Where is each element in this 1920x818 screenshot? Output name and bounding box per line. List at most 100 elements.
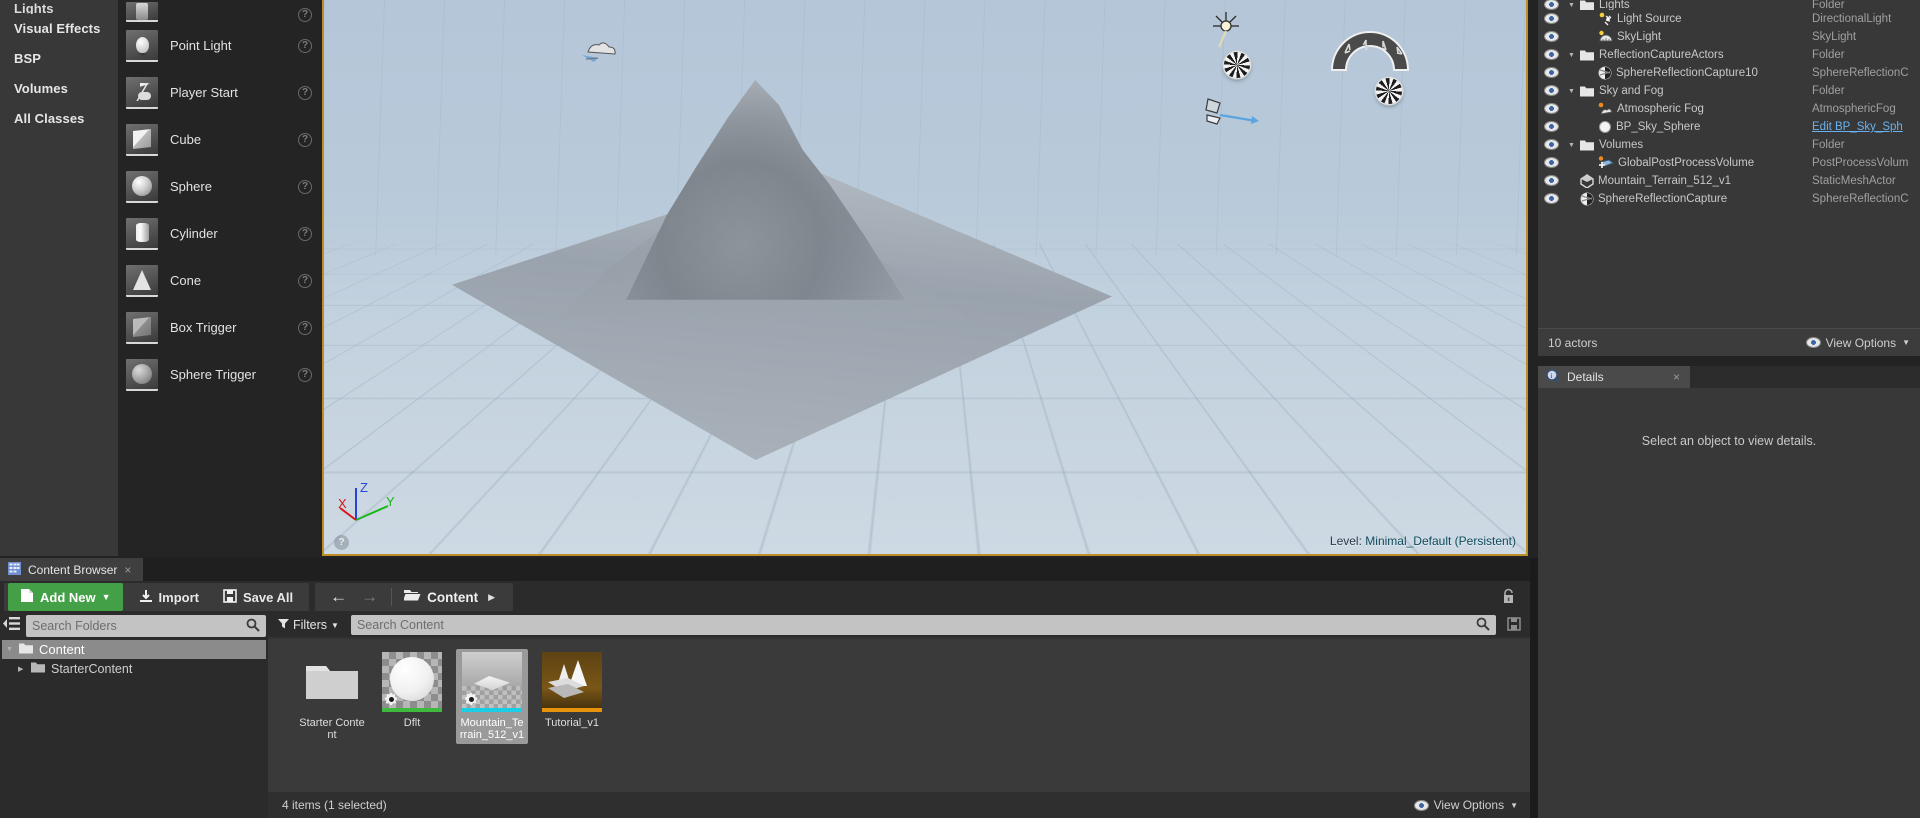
visibility-eye-icon[interactable] (1538, 85, 1564, 97)
breadcrumb-content[interactable]: Content (427, 590, 478, 605)
place-actor-item-cone[interactable]: Cone ? (118, 257, 320, 304)
outliner-row-name: Light Source (1564, 12, 1812, 26)
directional-light-source-icon[interactable] (1210, 8, 1244, 53)
chevron-down-icon[interactable]: ▼ (1568, 142, 1576, 149)
outliner-row[interactable]: SphereReflectionCapture10 SphereReflectio… (1538, 64, 1920, 82)
material-thumbnail (382, 652, 442, 712)
outliner-row-name: Mountain_Terrain_512_v1 (1564, 174, 1812, 188)
category-bsp[interactable]: BSP (0, 44, 118, 74)
outliner-row[interactable]: GlobalPostProcessVolume PostProcessVolum (1538, 154, 1920, 172)
outliner-row[interactable]: Atmospheric Fog AtmosphericFog (1538, 100, 1920, 118)
nav-back-button[interactable]: ← (323, 587, 354, 607)
category-all-classes[interactable]: All Classes (0, 104, 118, 134)
help-icon[interactable]: ? (298, 179, 312, 194)
sky-light-icon[interactable] (1329, 26, 1411, 77)
visibility-eye-icon[interactable] (1538, 175, 1564, 187)
place-actor-item-box-trigger[interactable]: Box Trigger ? (118, 304, 320, 351)
place-actor-item-player-start[interactable]: Player Start ? (118, 69, 320, 116)
asset-tile-starter-content[interactable]: Starter Content (296, 649, 368, 744)
category-volumes[interactable]: Volumes (0, 74, 118, 104)
chevron-down-icon[interactable]: ▼ (1568, 2, 1576, 9)
help-icon[interactable]: ? (298, 320, 312, 335)
filters-button[interactable]: Filters ▼ (272, 618, 345, 632)
visibility-eye-icon[interactable] (1538, 157, 1564, 169)
outliner-row[interactable]: Mountain_Terrain_512_v1 StaticMeshActor (1538, 172, 1920, 190)
visibility-eye-icon[interactable] (1538, 0, 1564, 10)
outliner-row-type[interactable]: Edit BP_Sky_Sph (1812, 121, 1920, 133)
close-icon[interactable]: × (124, 563, 131, 577)
visibility-eye-icon[interactable] (1538, 13, 1564, 25)
asset-tile-label: Starter Content (299, 717, 365, 741)
add-new-button[interactable]: Add New ▼ (8, 583, 123, 611)
visibility-eye-icon[interactable] (1538, 139, 1564, 151)
content-browser-icon (8, 561, 21, 578)
folder-tree-item-content[interactable]: ▼ Content (2, 640, 266, 659)
sphere-reflection-capture-10-icon[interactable] (1376, 78, 1402, 104)
chevron-right-icon[interactable]: ▶ (478, 592, 505, 603)
help-icon[interactable]: ? (298, 273, 312, 288)
chevron-down-icon: ▼ (1902, 338, 1910, 347)
outliner-row[interactable]: BP_Sky_Sphere Edit BP_Sky_Sph (1538, 118, 1920, 136)
outliner-row[interactable]: ▼ Volumes Folder (1538, 136, 1920, 154)
help-icon[interactable]: ? (298, 85, 312, 100)
help-icon[interactable]: ? (298, 8, 312, 22)
tab-details[interactable]: i Details × (1538, 366, 1690, 388)
atmospheric-fog-icon[interactable] (580, 38, 620, 69)
category-lights[interactable]: Lights (0, 0, 118, 14)
place-actor-item-point-light[interactable]: Point Light ? (118, 22, 320, 69)
chevron-down-icon[interactable]: ▼ (1568, 88, 1576, 95)
chevron-right-icon[interactable]: ▶ (18, 665, 26, 673)
asset-tile-dflt[interactable]: Dflt (376, 649, 448, 732)
content-view-options-button[interactable]: View Options ▼ (1414, 798, 1518, 812)
visibility-eye-icon[interactable] (1538, 103, 1564, 115)
category-visual-effects[interactable]: Visual Effects (0, 14, 118, 44)
search-icon[interactable] (246, 618, 260, 635)
lock-icon[interactable] (1501, 588, 1516, 607)
visibility-eye-icon[interactable] (1538, 49, 1564, 61)
help-icon[interactable]: ? (298, 367, 312, 382)
save-search-icon[interactable] (1502, 616, 1526, 634)
chevron-down-icon[interactable]: ▼ (1568, 52, 1576, 59)
outliner-row[interactable]: SphereReflectionCapture SphereReflectionC (1538, 190, 1920, 208)
sphere-reflection-capture-icon[interactable] (1224, 52, 1250, 78)
asset-tile-mountain-terrain[interactable]: Mountain_Terrain_512_v1 (456, 649, 528, 744)
outliner-view-options-button[interactable]: View Options ▼ (1806, 336, 1910, 350)
place-actor-item-sphere-trigger[interactable]: Sphere Trigger ? (118, 351, 320, 398)
folder-tree-item-startercontent[interactable]: ▶ StarterContent (2, 659, 266, 678)
help-icon[interactable]: ? (298, 132, 312, 147)
visibility-eye-icon[interactable] (1538, 121, 1564, 133)
search-folders-input[interactable]: Search Folders (26, 615, 266, 637)
asset-tile-tutorial[interactable]: Tutorial_v1 (536, 649, 608, 732)
details-empty-message: Select an object to view details. (1641, 434, 1817, 448)
search-content-input[interactable]: Search Content (350, 615, 1496, 635)
tab-content-browser[interactable]: Content Browser × (0, 558, 144, 581)
outliner-row-label: Mountain_Terrain_512_v1 (1598, 175, 1731, 187)
place-actor-item-sphere[interactable]: Sphere ? (118, 163, 320, 210)
outliner-row[interactable]: ▼ ReflectionCaptureActors Folder (1538, 46, 1920, 64)
outliner-row[interactable]: Light Source DirectionalLight (1538, 10, 1920, 28)
nav-forward-button[interactable]: → (354, 587, 385, 607)
post-process-volume-icon[interactable] (1204, 95, 1260, 130)
import-button[interactable]: Import (127, 583, 211, 611)
place-actor-item-cube[interactable]: Cube ? (118, 116, 320, 163)
mountain-terrain-mesh[interactable] (452, 50, 1112, 460)
visibility-eye-icon[interactable] (1538, 31, 1564, 43)
viewport-help-icon[interactable]: ? (334, 535, 349, 550)
visibility-eye-icon[interactable] (1538, 67, 1564, 79)
chevron-down-icon[interactable]: ▼ (6, 646, 14, 653)
visibility-eye-icon[interactable] (1538, 193, 1564, 205)
search-icon[interactable] (1476, 617, 1490, 634)
place-actor-item-clipped[interactable]: ? (118, 0, 320, 22)
outliner-row[interactable]: ▼ Sky and Fog Folder (1538, 82, 1920, 100)
folder-icon (19, 642, 34, 657)
save-all-button[interactable]: Save All (211, 583, 305, 611)
folder-thumbnail (302, 652, 362, 712)
help-icon[interactable]: ? (298, 38, 312, 53)
place-actor-item-cylinder[interactable]: Cylinder ? (118, 210, 320, 257)
outliner-row[interactable]: SkyLight SkyLight (1538, 28, 1920, 46)
close-icon[interactable]: × (1673, 370, 1680, 384)
help-icon[interactable]: ? (298, 226, 312, 241)
collapse-tree-icon[interactable] (2, 615, 22, 637)
level-viewport[interactable]: Z Y X ? Level: Minimal_Default (Persiste… (322, 0, 1528, 556)
outliner-row[interactable]: ▼ Lights Folder (1538, 0, 1920, 10)
